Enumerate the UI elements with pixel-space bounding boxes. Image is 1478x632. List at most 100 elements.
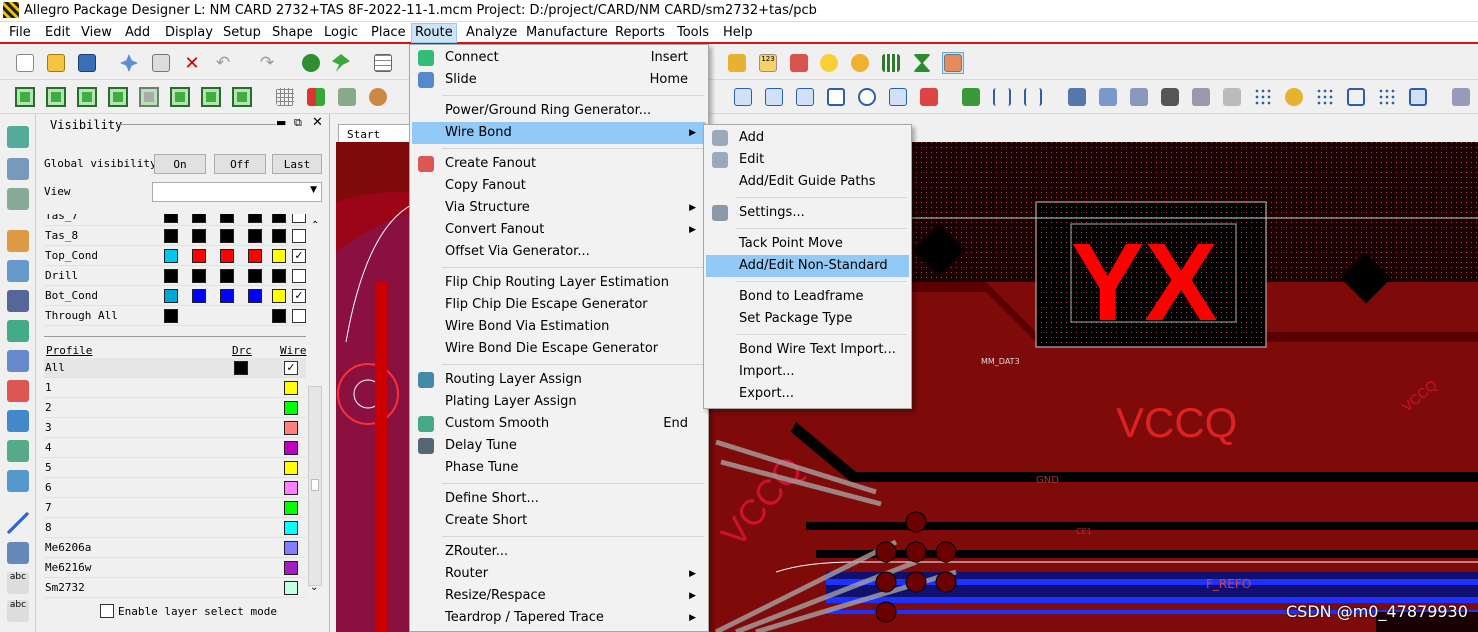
dimension-h-icon[interactable]	[1022, 86, 1044, 108]
shadow-icon[interactable]	[849, 52, 871, 74]
menu-item-plating-layer-assign[interactable]: Plating Layer Assign	[412, 391, 706, 413]
menu-reports[interactable]: Reports	[612, 24, 668, 42]
profile-scrollbar[interactable]	[308, 386, 322, 586]
menu-item-wire-bond-die-escape-generator[interactable]: Wire Bond Die Escape Generator	[412, 338, 706, 360]
layer-visible-checkbox[interactable]	[292, 269, 306, 283]
menu-item-flip-chip-routing-layer-estimation[interactable]: Flip Chip Routing Layer Estimation	[412, 272, 706, 294]
layer-color-swatch[interactable]	[220, 289, 234, 303]
new-file-icon[interactable]	[14, 52, 36, 74]
enable-layer-select-checkbox[interactable]	[100, 604, 114, 618]
array-icon[interactable]	[1314, 86, 1336, 108]
layer-color-swatch[interactable]	[220, 249, 234, 263]
profile-wire-swatch[interactable]	[284, 401, 298, 415]
layer-color-swatch[interactable]	[220, 214, 234, 223]
menu-item-settings[interactable]: Settings...	[706, 202, 909, 224]
layer-color-swatch[interactable]	[192, 229, 206, 243]
menu-item-routing-layer-assign[interactable]: Routing Layer Assign	[412, 369, 706, 391]
layer-color-swatch[interactable]	[164, 269, 178, 283]
layer-color-swatch[interactable]	[272, 249, 286, 263]
edit-text-icon[interactable]: abc	[7, 600, 29, 622]
menu-item-set-package-type[interactable]: Set Package Type	[706, 308, 909, 330]
layer-color-swatch[interactable]	[220, 229, 234, 243]
odb-icon[interactable]	[1066, 86, 1088, 108]
undo-icon[interactable]: ↶	[212, 52, 234, 74]
dimension-icon[interactable]	[991, 86, 1013, 108]
menu-item-offset-via-generator[interactable]: Offset Via Generator...	[412, 241, 706, 263]
layer-color-swatch[interactable]	[164, 289, 178, 303]
shape-icon[interactable]	[887, 86, 909, 108]
menu-route[interactable]: Route	[411, 23, 457, 43]
add-text-icon[interactable]: abc	[7, 572, 29, 594]
menu-logic[interactable]: Logic	[321, 24, 361, 42]
bga-icon[interactable]	[1252, 86, 1274, 108]
panel-close-icon[interactable]: ✕	[312, 115, 323, 130]
layer-color-swatch[interactable]	[272, 309, 286, 323]
layer-color-swatch[interactable]	[192, 249, 206, 263]
layer-color-swatch[interactable]	[192, 269, 206, 283]
menu-edit[interactable]: Edit	[42, 24, 73, 42]
tp-icon[interactable]	[1283, 86, 1305, 108]
layer-visible-checkbox[interactable]	[292, 229, 306, 243]
visibility-last-button[interactable]: Last	[272, 154, 322, 174]
menu-tools[interactable]: Tools	[674, 24, 712, 42]
menu-item-import[interactable]: Import...	[706, 361, 909, 383]
profile-wire-swatch[interactable]	[284, 521, 298, 535]
profile-wire-swatch[interactable]	[284, 541, 298, 555]
tool-icon-12[interactable]	[7, 470, 29, 492]
select-icon[interactable]	[732, 86, 754, 108]
menu-item-teardrop-tapered-trace[interactable]: Teardrop / Tapered Trace ▶	[412, 607, 706, 629]
scroll-up-icon[interactable]: ⌃	[311, 220, 319, 231]
layer-icon-8[interactable]	[231, 86, 253, 108]
tool-icon-2[interactable]	[7, 158, 29, 180]
report-icon[interactable]	[726, 52, 748, 74]
wrench-icon[interactable]	[1128, 86, 1150, 108]
menu-item-zrouter[interactable]: ZRouter...	[412, 541, 706, 563]
scroll-thumb[interactable]	[311, 479, 319, 491]
redo-icon[interactable]: ↷	[256, 52, 278, 74]
rectangle-icon[interactable]	[7, 542, 29, 564]
pin-map-icon[interactable]	[1190, 86, 1212, 108]
move-icon[interactable]	[118, 52, 140, 74]
tab-start-page[interactable]: Start Page	[338, 124, 410, 154]
layer-color-swatch[interactable]	[164, 249, 178, 263]
profile-wire-checkbox[interactable]: ✓	[284, 361, 298, 375]
tool-icon-7[interactable]	[7, 320, 29, 342]
menu-item-wire-bond[interactable]: Wire Bond ▶	[412, 122, 706, 144]
layer-color-swatch[interactable]	[220, 269, 234, 283]
profile-drc-swatch[interactable]	[234, 361, 248, 375]
menu-item-via-structure[interactable]: Via Structure ▶	[412, 197, 706, 219]
menu-help[interactable]: Help	[720, 24, 756, 42]
tool-icon-5[interactable]	[7, 260, 29, 282]
layer-color-swatch[interactable]	[272, 214, 286, 223]
tool-icon-11[interactable]	[7, 440, 29, 462]
camera-icon[interactable]	[1159, 86, 1181, 108]
menu-display[interactable]: Display	[162, 24, 216, 42]
rotate-icon[interactable]	[794, 86, 816, 108]
menu-item-add-edit-guide-paths[interactable]: Add/Edit Guide Paths	[706, 171, 909, 193]
visibility-on-button[interactable]: On	[154, 154, 206, 174]
layer-color-swatch[interactable]	[272, 289, 286, 303]
tool-icon-3[interactable]	[7, 188, 29, 210]
profile-wire-swatch[interactable]	[284, 561, 298, 575]
layer-color-swatch[interactable]	[192, 214, 206, 223]
menu-item-bond-wire-text-import[interactable]: Bond Wire Text Import...	[706, 339, 909, 361]
save-icon[interactable]	[76, 52, 98, 74]
profile-wire-swatch[interactable]	[284, 381, 298, 395]
layer-color-swatch[interactable]	[164, 214, 178, 223]
menu-setup[interactable]: Setup	[220, 24, 264, 42]
panel-float-icon[interactable]: ⧉	[294, 116, 302, 130]
layer-icon-1[interactable]	[14, 86, 36, 108]
profile-wire-swatch[interactable]	[284, 441, 298, 455]
menu-item-custom-smooth[interactable]: Custom Smooth End	[412, 413, 706, 435]
scroll-down-icon[interactable]: ⌄	[310, 582, 318, 593]
menu-item-tack-point-move[interactable]: Tack Point Move	[706, 233, 909, 255]
layer-icon-6[interactable]	[169, 86, 191, 108]
brush-icon[interactable]	[788, 52, 810, 74]
layer-visible-checkbox[interactable]: ✓	[292, 249, 306, 263]
select-box-icon[interactable]	[763, 86, 785, 108]
package-icon[interactable]	[1345, 86, 1367, 108]
menu-item-edit[interactable]: Edit	[706, 149, 909, 171]
menu-item-export[interactable]: Export...	[706, 383, 909, 405]
visibility-off-button[interactable]: Off	[214, 154, 266, 174]
profile-wire-swatch[interactable]	[284, 461, 298, 475]
